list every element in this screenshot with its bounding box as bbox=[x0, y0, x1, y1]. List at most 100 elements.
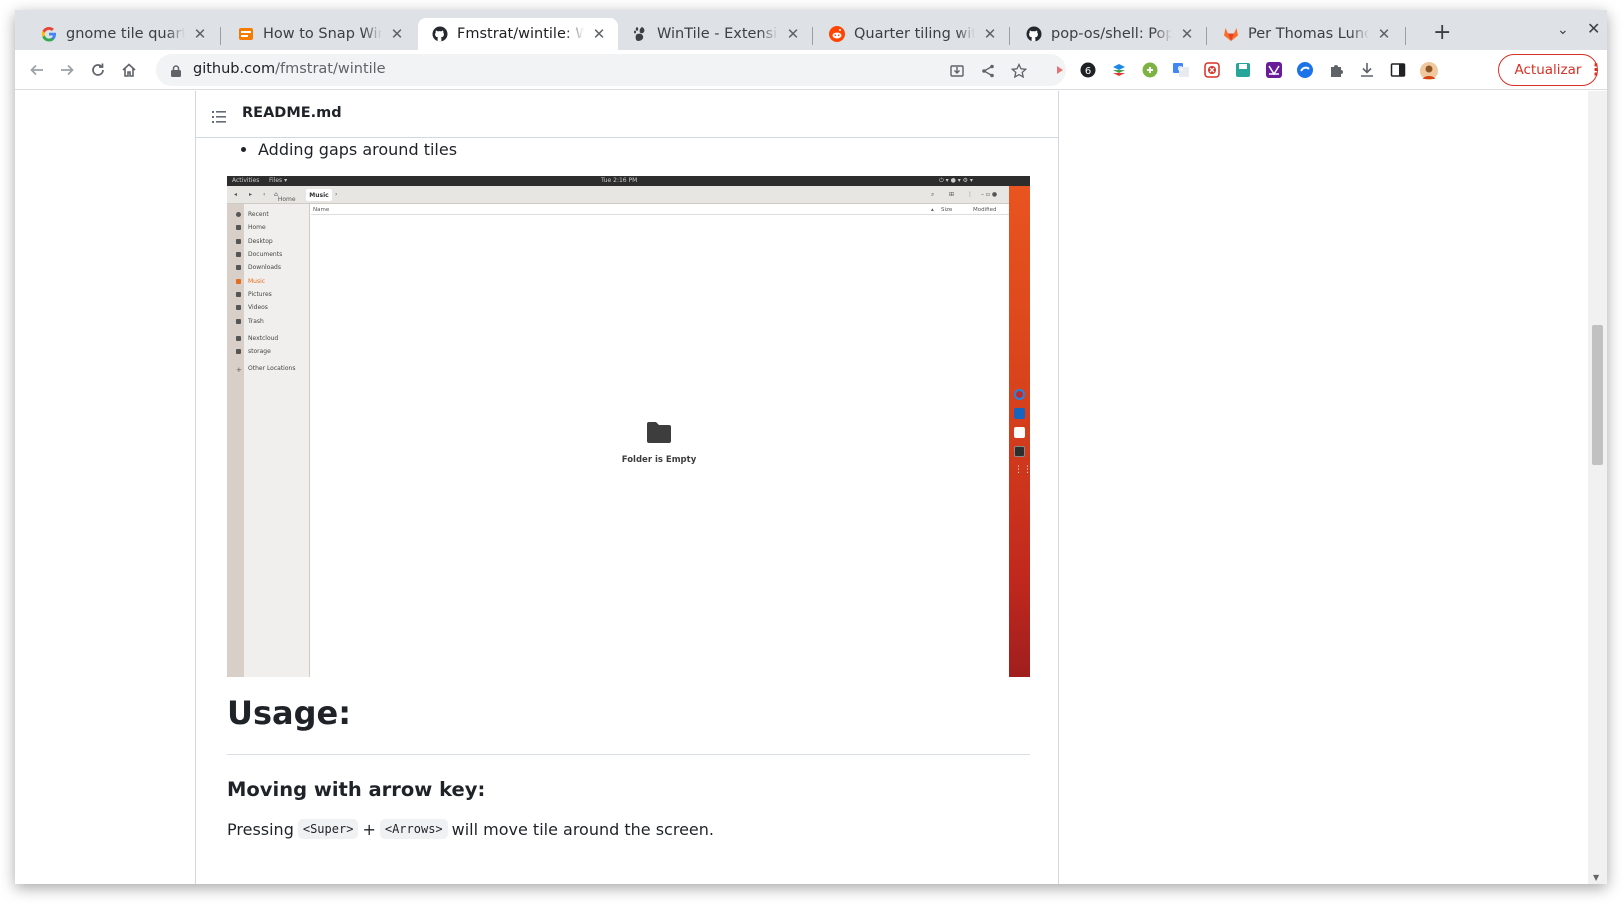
column-size: Size bbox=[941, 207, 953, 213]
github-icon bbox=[1026, 26, 1042, 42]
gnome-icon bbox=[632, 26, 648, 42]
sidebar-item-label: Downloads bbox=[248, 264, 281, 271]
side-panel-icon[interactable] bbox=[1390, 62, 1406, 78]
sidebar-item-storage: storage bbox=[236, 348, 271, 355]
tab-reddit[interactable]: Quarter tiling withou ✕ bbox=[815, 18, 1009, 50]
system-tray-icon: ⏻ ▾ ● ▾ ⚙ ▾ bbox=[939, 177, 973, 184]
close-tab-icon[interactable]: ✕ bbox=[981, 25, 999, 43]
tab-separator bbox=[1405, 27, 1406, 45]
home-crumb: ⌂ Home bbox=[274, 191, 296, 203]
translate-icon[interactable]: G bbox=[1173, 62, 1189, 78]
extension-purple-icon[interactable] bbox=[1266, 62, 1282, 78]
google-icon bbox=[41, 26, 57, 42]
window-close-icon[interactable]: ✕ bbox=[1587, 19, 1600, 38]
activities-label: Activities bbox=[232, 177, 260, 184]
page-content: README.md Adding gaps around tiles Activ… bbox=[15, 91, 1607, 884]
menu-kebab-icon[interactable]: ⋮ bbox=[1588, 60, 1604, 79]
home-icon bbox=[236, 225, 241, 230]
tab-github-wintile[interactable]: Fmstrat/wintile: Win ✕ bbox=[418, 18, 618, 50]
firefox-icon bbox=[1014, 389, 1025, 400]
tab-separator bbox=[812, 27, 813, 45]
close-tab-icon[interactable]: ✕ bbox=[388, 25, 406, 43]
url-path: /fmstrat/wintile bbox=[275, 61, 386, 77]
files-headerbar: ◂ ▸ ‹ ⌂ Home Music › ⌕ ⊞ ⋮ – ▫ ● bbox=[227, 186, 1009, 204]
extension-info-icon[interactable]: 6 bbox=[1080, 62, 1096, 78]
files-column-header: Name ▴ Size Modified bbox=[311, 204, 1009, 215]
share-icon[interactable] bbox=[979, 62, 997, 80]
extension-green-icon[interactable] bbox=[1142, 62, 1158, 78]
close-tab-icon[interactable]: ✕ bbox=[191, 25, 209, 43]
url-text: github.com/fmstrat/wintile bbox=[193, 61, 386, 77]
tab-title: Quarter tiling withou bbox=[854, 26, 975, 42]
sidebar-item-recent: Recent bbox=[236, 211, 269, 218]
scrollbar-thumb[interactable] bbox=[1592, 325, 1603, 465]
forward-arrow-icon: ▸ bbox=[249, 191, 253, 198]
files-sidebar: Recent Home Desktop Documents Downloads … bbox=[236, 204, 310, 677]
extension-arrow-icon[interactable] bbox=[1049, 62, 1065, 78]
puzzle-extensions-icon[interactable] bbox=[1328, 62, 1344, 78]
tab-title: Per Thomas Lundal / bbox=[1248, 26, 1369, 42]
install-app-icon[interactable] bbox=[948, 62, 966, 80]
app-grid-icon: ⋮⋮ bbox=[1014, 465, 1030, 475]
bookmark-star-icon[interactable] bbox=[1010, 62, 1028, 80]
sidebar-item-downloads: Downloads bbox=[236, 264, 281, 271]
sort-up-icon: ▴ bbox=[931, 207, 934, 213]
menu-icon: ⋮ bbox=[967, 191, 973, 198]
sidebar-icon-strip bbox=[227, 204, 244, 677]
readme-file-name[interactable]: README.md bbox=[242, 105, 342, 121]
sidebar-item-label: Desktop bbox=[248, 238, 273, 245]
tab-github-popshell[interactable]: pop-os/shell: Pop!_C ✕ bbox=[1012, 18, 1206, 50]
page-scrollbar[interactable]: ▼ bbox=[1588, 91, 1607, 884]
para-plus: + bbox=[362, 819, 376, 839]
sidebar-item-label: Trash bbox=[248, 318, 264, 325]
save-disk-icon[interactable] bbox=[1235, 62, 1251, 78]
desktop-icon bbox=[236, 239, 241, 244]
music-crumb: Music bbox=[306, 189, 332, 201]
close-tab-icon[interactable]: ✕ bbox=[1178, 25, 1196, 43]
chevron-down-icon[interactable]: ⌄ bbox=[1557, 22, 1569, 38]
address-bar[interactable]: github.com/fmstrat/wintile bbox=[156, 54, 1066, 86]
trash-icon bbox=[236, 319, 241, 324]
sidebar-item-label: Videos bbox=[248, 304, 268, 311]
view-grid-icon: ⊞ bbox=[949, 191, 955, 198]
back-arrow-icon: ◂ bbox=[234, 191, 238, 198]
new-tab-plus-icon[interactable]: + bbox=[1433, 20, 1451, 45]
sidebar-item-label: Documents bbox=[248, 251, 283, 258]
sidebar-item-home: Home bbox=[236, 224, 266, 231]
reload-icon[interactable] bbox=[86, 58, 110, 82]
lock-icon[interactable] bbox=[170, 63, 182, 82]
tab-howto[interactable]: How to Snap Windov ✕ bbox=[224, 18, 416, 50]
close-tab-icon[interactable]: ✕ bbox=[1375, 25, 1393, 43]
close-tab-icon[interactable]: ✕ bbox=[590, 25, 608, 43]
empty-folder-icon bbox=[646, 420, 672, 444]
tab-google-search[interactable]: gnome tile quarterç ✕ bbox=[27, 18, 219, 50]
code-super: <Super> bbox=[297, 819, 359, 839]
extension-layers-icon[interactable] bbox=[1111, 62, 1127, 78]
readme-header: README.md bbox=[196, 91, 1058, 138]
profile-avatar[interactable] bbox=[1420, 62, 1438, 80]
empty-folder-message: Folder is Empty bbox=[621, 455, 697, 465]
tab-gitlab[interactable]: Per Thomas Lundal / ✕ bbox=[1209, 18, 1403, 50]
code-arrows: <Arrows> bbox=[379, 819, 448, 839]
home-icon[interactable] bbox=[117, 58, 141, 82]
extension-blue-circle-icon[interactable] bbox=[1297, 62, 1313, 78]
download-icon[interactable] bbox=[1359, 62, 1375, 78]
recent-icon bbox=[236, 212, 241, 217]
tab-separator bbox=[1009, 27, 1010, 45]
tab-gnome-extensions[interactable]: WinTile - Extensione ✕ bbox=[618, 18, 812, 50]
terminal-icon bbox=[1014, 446, 1025, 457]
window-controls-icon: – ▫ ● bbox=[981, 191, 998, 198]
outline-list-icon[interactable] bbox=[212, 108, 226, 127]
update-button[interactable]: Actualizar bbox=[1498, 54, 1598, 86]
tab-title: pop-os/shell: Pop!_C bbox=[1051, 26, 1172, 42]
moving-heading: Moving with arrow key: bbox=[227, 778, 486, 801]
music-icon bbox=[236, 279, 241, 284]
scroll-down-arrow-icon[interactable]: ▼ bbox=[1593, 873, 1599, 882]
back-arrow-icon[interactable] bbox=[25, 58, 49, 82]
prev-arrow-icon: ‹ bbox=[263, 191, 266, 198]
close-tab-icon[interactable]: ✕ bbox=[784, 25, 802, 43]
forward-arrow-icon[interactable] bbox=[55, 58, 79, 82]
sidebar-item-label: Nextcloud bbox=[248, 335, 279, 342]
readme-container: README.md Adding gaps around tiles Activ… bbox=[195, 91, 1059, 884]
block-icon[interactable] bbox=[1204, 62, 1220, 78]
